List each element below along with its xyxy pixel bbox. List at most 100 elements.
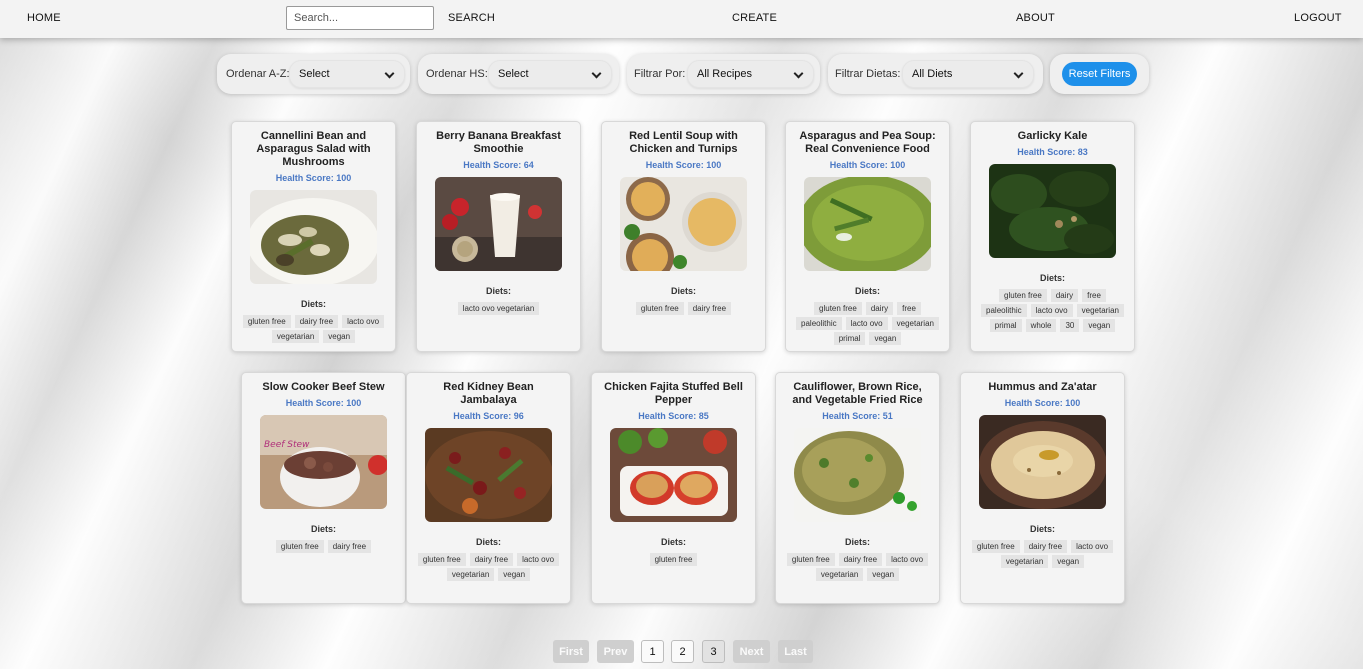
recipe-title[interactable]: Cannellini Bean and Asparagus Salad with… <box>232 122 395 169</box>
prev-page-button[interactable]: Prev <box>597 640 634 663</box>
diet-tag: dairy free <box>838 553 883 566</box>
recipe-title[interactable]: Red Kidney Bean Jambalaya <box>407 373 570 407</box>
recipe-title[interactable]: Garlicky Kale <box>971 122 1134 143</box>
page-1-button[interactable]: 1 <box>641 640 664 663</box>
diet-tag: gluten free <box>275 540 324 553</box>
recipe-image[interactable] <box>979 415 1106 509</box>
filter-by-value: All Recipes <box>697 68 753 80</box>
diet-tag: primal <box>833 332 866 345</box>
order-hs-filter: Ordenar HS: Select <box>418 54 619 94</box>
health-score: Health Score: 100 <box>285 398 362 408</box>
last-page-button[interactable]: Last <box>778 640 813 663</box>
diet-tag: dairy free <box>327 540 372 553</box>
diet-tag: vegetarian <box>1000 555 1049 568</box>
diet-tag: dairy <box>1050 289 1079 302</box>
nav-search-link[interactable]: SEARCH <box>448 12 495 24</box>
recipe-image[interactable]: Beef Stew <box>260 415 387 509</box>
order-hs-value: Select <box>498 68 529 80</box>
first-page-button[interactable]: First <box>553 640 589 663</box>
health-score: Health Score: 83 <box>1017 147 1088 157</box>
recipe-card[interactable]: Red Lentil Soup with Chicken and Turnips… <box>601 121 766 352</box>
order-hs-select[interactable]: Select <box>488 60 612 88</box>
recipe-card[interactable]: Red Kidney Bean Jambalaya Health Score: … <box>406 372 571 604</box>
filter-by-label: Filtrar Por: <box>634 68 686 80</box>
nav-about-link[interactable]: ABOUT <box>1016 12 1055 24</box>
diet-tag: vegan <box>1083 319 1116 332</box>
recipe-card[interactable]: Cauliflower, Brown Rice, and Vegetable F… <box>775 372 940 604</box>
order-az-filter: Ordenar A-Z: Select <box>217 54 410 94</box>
recipe-title[interactable]: Cauliflower, Brown Rice, and Vegetable F… <box>776 373 939 407</box>
health-score: Health Score: 100 <box>1004 398 1081 408</box>
diets-label: Diets: <box>844 537 870 547</box>
recipe-image[interactable] <box>435 177 562 271</box>
diet-tag: gluten free <box>971 540 1020 553</box>
filter-by-filter: Filtrar Por: All Recipes <box>627 54 820 94</box>
diet-tag: dairy <box>865 302 894 315</box>
recipe-card[interactable]: Cannellini Bean and Asparagus Salad with… <box>231 121 396 352</box>
diets-label: Diets: <box>310 524 336 534</box>
page-3-button[interactable]: 3 <box>702 640 725 663</box>
nav-create-link[interactable]: CREATE <box>732 12 777 24</box>
recipe-card[interactable]: Berry Banana Breakfast Smoothie Health S… <box>416 121 581 352</box>
chevron-down-icon <box>793 68 804 79</box>
diet-tag: gluten free <box>635 302 684 315</box>
recipe-card[interactable]: Hummus and Za'atar Health Score: 100 Die… <box>960 372 1125 604</box>
diet-tag: 30 <box>1060 319 1080 332</box>
filter-by-select[interactable]: All Recipes <box>687 60 814 88</box>
recipe-image[interactable] <box>804 177 931 271</box>
diet-tag: paleolithic <box>796 317 842 330</box>
recipe-card[interactable]: Asparagus and Pea Soup: Real Convenience… <box>785 121 950 352</box>
recipe-image[interactable] <box>620 177 747 271</box>
diet-tag: dairy free <box>687 302 732 315</box>
filter-diets-select[interactable]: All Diets <box>902 60 1034 88</box>
next-page-button[interactable]: Next <box>733 640 770 663</box>
recipe-title[interactable]: Red Lentil Soup with Chicken and Turnips <box>602 122 765 156</box>
diet-list: lacto ovo vegetarian <box>424 302 574 315</box>
diet-list: gluten free dairy free <box>249 540 399 553</box>
diet-tag: gluten free <box>417 553 466 566</box>
recipe-image[interactable] <box>250 190 377 284</box>
recipe-card[interactable]: Slow Cooker Beef Stew Health Score: 100 … <box>241 372 406 604</box>
order-az-select[interactable]: Select <box>289 60 405 88</box>
diet-tag: vegetarian <box>1076 304 1124 317</box>
page-2-button[interactable]: 2 <box>671 640 694 663</box>
health-score: Health Score: 64 <box>463 160 534 170</box>
reset-filters-button[interactable]: Reset Filters <box>1062 62 1137 86</box>
health-score: Health Score: 100 <box>275 173 352 183</box>
health-score: Health Score: 100 <box>645 160 722 170</box>
diet-tag: gluten free <box>999 289 1047 302</box>
recipe-image[interactable] <box>794 428 921 522</box>
diet-tag: vegan <box>1052 555 1085 568</box>
diet-list: gluten free dairy free lacto ovo vegetar… <box>414 553 564 581</box>
health-score: Health Score: 85 <box>638 411 709 421</box>
recipe-image[interactable] <box>610 428 737 522</box>
recipe-title[interactable]: Asparagus and Pea Soup: Real Convenience… <box>786 122 949 156</box>
diet-tag: whole <box>1025 319 1057 332</box>
recipe-title[interactable]: Slow Cooker Beef Stew <box>242 373 405 394</box>
health-score: Health Score: 100 <box>829 160 906 170</box>
nav-home-link[interactable]: HOME <box>27 12 61 24</box>
recipe-card[interactable]: Garlicky Kale Health Score: 83 Diets: gl… <box>970 121 1135 352</box>
diet-tag: lacto ovo <box>886 553 929 566</box>
diet-tag: vegan <box>323 330 356 343</box>
order-hs-label: Ordenar HS: <box>426 68 488 80</box>
diet-list: gluten free dairy free lacto ovo vegetar… <box>783 553 933 581</box>
health-score: Health Score: 51 <box>822 411 893 421</box>
diet-tag: dairy free <box>469 553 514 566</box>
nav-logout-link[interactable]: LOGOUT <box>1294 12 1342 24</box>
recipe-card[interactable]: Chicken Fajita Stuffed Bell Pepper Healt… <box>591 372 756 604</box>
recipe-title[interactable]: Berry Banana Breakfast Smoothie <box>417 122 580 156</box>
diet-list: gluten free dairy free paleolithic lacto… <box>978 289 1128 332</box>
recipe-title[interactable]: Chicken Fajita Stuffed Bell Pepper <box>592 373 755 407</box>
diets-label: Diets: <box>670 286 696 296</box>
filter-diets-value: All Diets <box>912 68 953 80</box>
diet-tag: vegetarian <box>446 568 495 581</box>
diet-tag: paleolithic <box>981 304 1027 317</box>
recipe-image[interactable] <box>989 164 1116 258</box>
diet-list: gluten free dairy free <box>609 302 759 315</box>
recipe-image[interactable] <box>425 428 552 522</box>
recipe-title[interactable]: Hummus and Za'atar <box>961 373 1124 394</box>
search-input[interactable] <box>286 6 434 30</box>
diet-tag: vegetarian <box>815 568 864 581</box>
filter-diets-filter: Filtrar Dietas: All Diets <box>828 54 1043 94</box>
